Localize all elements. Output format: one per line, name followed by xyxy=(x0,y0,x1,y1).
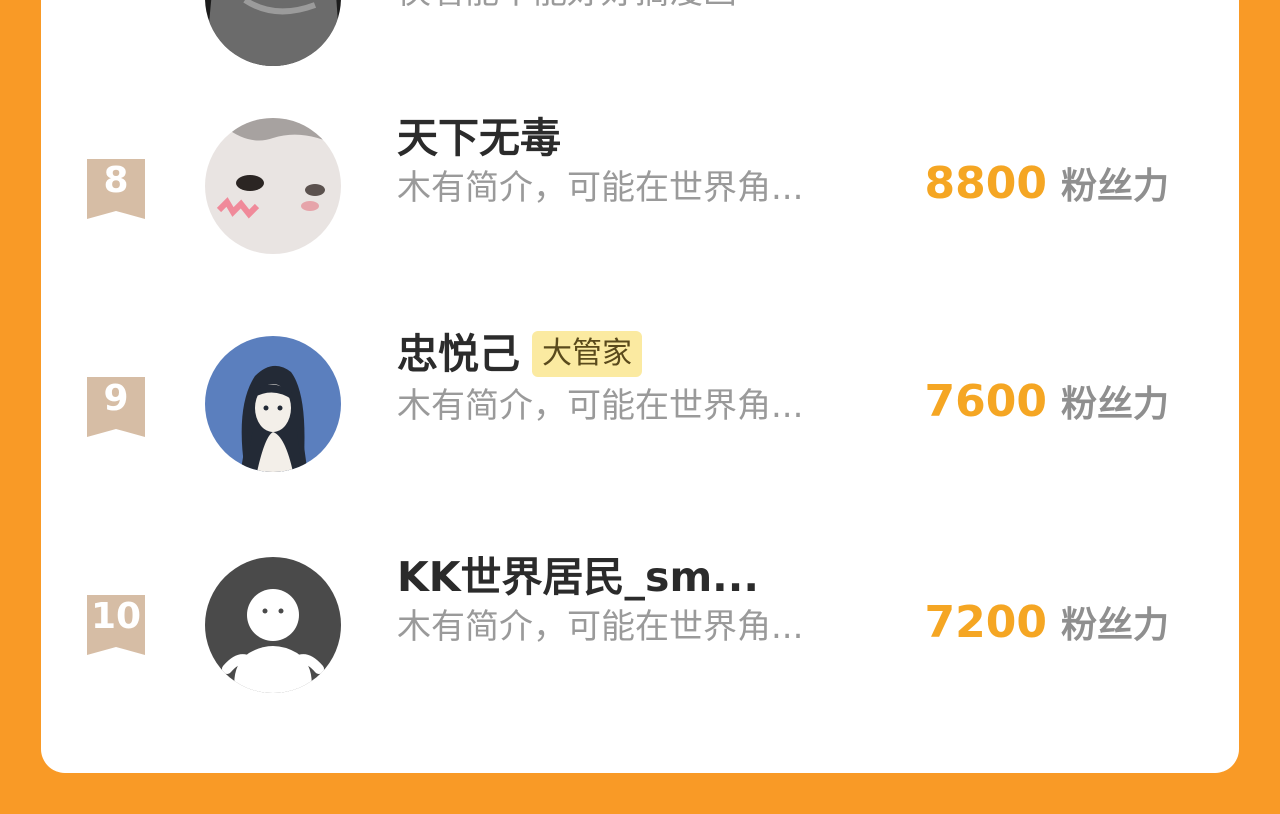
cat-avatar-dark-icon xyxy=(205,0,341,66)
ranking-row[interactable]: 10 KK世界居民_sm... 木有简介，可能在世界角... 7200 粉丝力 xyxy=(41,547,1239,707)
user-name-text[interactable]: 忠悦己 xyxy=(397,330,520,378)
bio-text: 木有简介，可能在世界角... xyxy=(397,607,804,647)
user-name[interactable]: 天下无毒 xyxy=(397,112,561,164)
rank-number: 8 xyxy=(103,160,129,201)
fans-score: 7200 粉丝力 xyxy=(925,595,1169,651)
fans-unit: 粉丝力 xyxy=(1060,605,1169,646)
fans-number: 7200 xyxy=(924,597,1047,648)
role-tag: 大管家 xyxy=(532,331,642,377)
rank-badge: 8 xyxy=(85,157,147,219)
ranking-row[interactable]: 9 忠悦己 大管家 木有简介，可能在世界角... 7600 粉丝力 xyxy=(41,326,1239,486)
fans-unit: 粉丝力 xyxy=(1060,166,1169,207)
fans-score: 8800 粉丝力 xyxy=(925,156,1169,212)
ranking-row-partial[interactable]: 侠看能不能好好搞漫画 xyxy=(41,0,1239,66)
girl-illustration-avatar-icon xyxy=(205,336,341,472)
rank-number: 9 xyxy=(103,378,129,419)
default-person-avatar-icon xyxy=(205,557,341,693)
bio-text: 侠看能不能好好搞漫画 xyxy=(397,0,737,14)
white-cat-avatar-icon xyxy=(205,118,341,254)
rank-number: 10 xyxy=(90,596,142,637)
ranking-row[interactable]: 8 天下无毒 木有简介，可能在世界角... 8800 粉丝力 xyxy=(41,108,1239,268)
bio-text: 木有简介，可能在世界角... xyxy=(397,168,804,208)
rank-badge: 10 xyxy=(85,593,147,655)
user-name[interactable]: 忠悦己 大管家 xyxy=(397,328,642,380)
avatar[interactable] xyxy=(205,118,341,254)
user-name[interactable]: KK世界居民_sm... xyxy=(397,551,759,603)
fans-number: 8800 xyxy=(924,158,1047,209)
avatar[interactable] xyxy=(205,0,341,66)
fans-unit: 粉丝力 xyxy=(1060,384,1169,425)
avatar[interactable] xyxy=(205,557,341,693)
fans-score: 7600 粉丝力 xyxy=(925,374,1169,430)
ranking-card: 侠看能不能好好搞漫画 8 天下无毒 木有简介，可能在世界角... 8800 粉丝力 xyxy=(41,0,1239,773)
bio-text: 木有简介，可能在世界角... xyxy=(397,386,804,426)
rank-badge: 9 xyxy=(85,375,147,437)
fans-number: 7600 xyxy=(924,376,1047,427)
avatar[interactable] xyxy=(205,336,341,472)
